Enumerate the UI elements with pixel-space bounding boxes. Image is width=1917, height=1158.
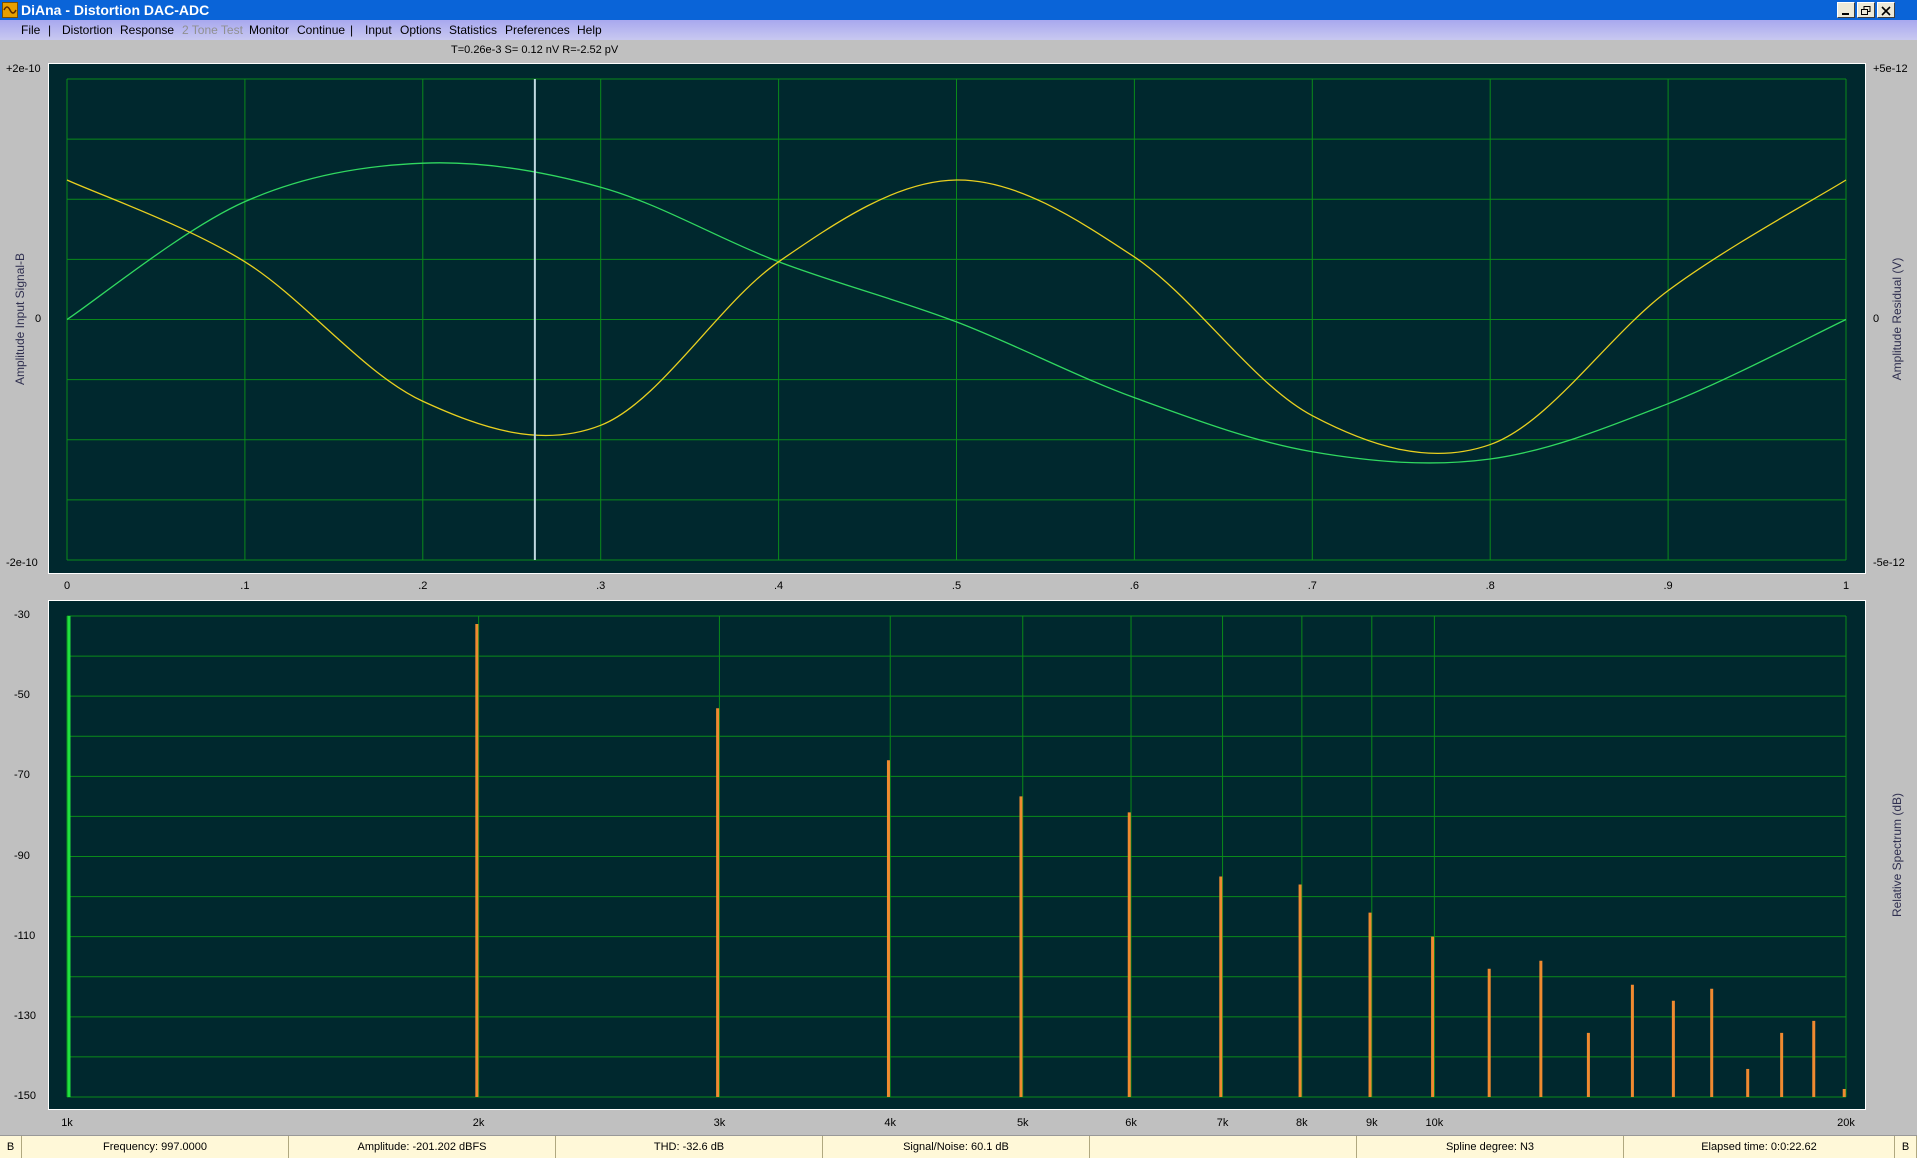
status-elapsed: Elapsed time: 0:0:22.62 [1624,1136,1895,1158]
bottom-x-tick-label: 20k [1837,1117,1855,1129]
menu-input[interactable]: Input [365,23,392,37]
window-title: DiAna - Distortion DAC-ADC [21,2,210,18]
spectrum-plot[interactable] [48,600,1866,1110]
title-bar: DiAna - Distortion DAC-ADC [0,0,1917,20]
menu-separator: | [350,23,354,37]
cursor-readout: T=0.26e-3 S= 0.12 nV R=-2.52 pV [451,44,619,56]
top-x-tick-label: .1 [240,580,250,592]
menu-monitor[interactable]: Monitor [249,23,289,37]
top-x-tick-label: .9 [1663,580,1673,592]
status-frequency: Frequency: 997.0000 [22,1136,289,1158]
minimize-button[interactable] [1837,2,1855,18]
bottom-y-tick-label: -30 [14,609,30,621]
bottom-y-tick-label: -130 [14,1009,37,1022]
top-x-tick-label: .7 [1307,580,1317,592]
bottom-x-tick-label: 6k [1125,1117,1137,1129]
menu-separator: | [48,23,52,37]
close-button[interactable] [1877,2,1895,18]
top-x-tick-label: .3 [596,580,606,592]
menu-two-tone-test[interactable]: 2 Tone Test [182,23,243,37]
menu-bar: File | Distortion Response 2 Tone Test M… [0,20,1917,40]
menu-statistics[interactable]: Statistics [449,23,497,37]
status-spline: Spline degree: N3 [1357,1136,1624,1158]
bottom-x-tick-label: 2k [472,1117,485,1129]
top-x-tick-label: .6 [1129,580,1139,592]
top-y-left-min: -2e-10 [6,557,38,569]
menu-help[interactable]: Help [577,23,602,37]
top-x-tick-label: 1 [1842,580,1850,592]
top-y-right-max: +5e-12 [1873,63,1908,75]
status-left-letter: B [0,1136,22,1158]
bottom-x-tick-label: 9k [1365,1117,1378,1129]
app-icon[interactable] [2,2,18,18]
menu-distortion[interactable]: Distortion [62,23,113,37]
bottom-y-right-label: Relative Spectrum (dB) [1890,792,1904,918]
menu-file[interactable]: File [21,23,40,37]
menu-preferences[interactable]: Preferences [505,23,570,37]
bottom-x-tick-label: 1k [61,1117,73,1129]
status-signal-noise: Signal/Noise: 60.1 dB [823,1136,1090,1158]
waveform-canvas [66,78,1847,561]
restore-button[interactable] [1857,2,1875,18]
menu-options[interactable]: Options [400,23,441,37]
bottom-x-tick-label: 10k [1425,1117,1444,1129]
bottom-x-tick-label: 5k [1016,1117,1029,1129]
bottom-y-tick-label: -110 [14,929,36,942]
menu-continue[interactable]: Continue [297,23,345,37]
top-y-right-min: -5e-12 [1873,557,1905,569]
status-amplitude: Amplitude: -201.202 dBFS [289,1136,556,1158]
top-x-tick-label: 0 [63,580,71,592]
top-x-tick-label: .8 [1485,580,1495,592]
bottom-x-tick-label: 4k [884,1117,897,1129]
top-x-tick-label: .2 [418,580,428,592]
bottom-x-tick-label: 3k [713,1117,726,1129]
bottom-x-tick-label: 8k [1296,1117,1308,1129]
bottom-y-tick-label: -70 [14,769,30,782]
top-y-left-max: +2e-10 [6,63,41,75]
bottom-y-tick-label: -150 [14,1090,37,1102]
spectrum-canvas [66,615,1847,1098]
status-right-letter: B [1895,1136,1917,1158]
top-x-tick-label: .5 [951,580,962,592]
top-y-right-label: Amplitude Residual (V) [1890,257,1904,381]
status-empty [1090,1136,1357,1158]
status-bar: B Frequency: 997.0000 Amplitude: -201.20… [0,1135,1917,1158]
top-y-left-zero: 0 [35,313,42,325]
status-thd: THD: -32.6 dB [556,1136,823,1158]
bottom-y-tick-label: -50 [14,689,30,702]
bottom-x-tick-label: 7k [1216,1117,1229,1129]
top-y-left-label: Amplitude Input Signal-B [13,252,27,386]
menu-response[interactable]: Response [120,23,174,37]
top-x-tick-label: .4 [774,580,784,592]
top-y-right-zero: 0 [1873,313,1880,325]
bottom-y-tick-label: -90 [14,849,30,862]
waveform-plot[interactable] [48,63,1866,574]
